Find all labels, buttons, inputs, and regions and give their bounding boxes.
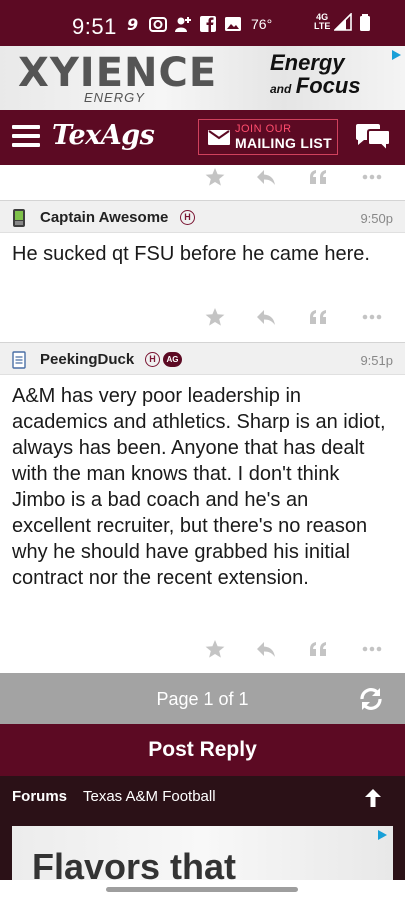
post-body: He sucked qt FSU before he came here. xyxy=(12,243,370,265)
page-indicator[interactable]: Page 1 of 1 xyxy=(0,689,405,710)
battery-icon xyxy=(356,13,374,31)
signal-icon xyxy=(333,12,353,31)
star-icon[interactable] xyxy=(204,306,226,328)
home-gesture-handle[interactable] xyxy=(106,887,298,892)
site-logo[interactable]: TexAgs xyxy=(52,120,155,151)
refresh-icon[interactable] xyxy=(357,685,385,713)
menu-bar-1 xyxy=(12,125,40,129)
ad-tagline-2-row: and Focus xyxy=(270,74,361,101)
ag-badge: AG xyxy=(163,352,182,367)
post-header: Captain Awesome H 9:50p xyxy=(0,200,405,233)
post-username[interactable]: PeekingDuck xyxy=(40,351,134,368)
member-badge: H xyxy=(145,352,160,367)
ad-tagline-2: Focus xyxy=(295,73,361,98)
facebook-icon xyxy=(199,15,217,33)
notepad-icon xyxy=(12,351,26,369)
mailing-list-text: MAILING LIST xyxy=(235,135,332,151)
menu-bar-2 xyxy=(12,134,40,138)
post-actions xyxy=(0,630,405,668)
breadcrumb-board[interactable]: Texas A&M Football xyxy=(83,788,216,805)
ad-choices-icon[interactable] xyxy=(375,828,389,842)
site-header: TexAgs JOIN OUR MAILING LIST xyxy=(0,110,405,165)
more-icon[interactable] xyxy=(361,638,383,660)
status-icons: 9 76° xyxy=(124,15,273,34)
nine-app-icon: 9 xyxy=(124,15,142,34)
post-body: A&M has very poor leadership in academic… xyxy=(12,385,386,589)
bottom-ad-banner[interactable]: Flavors that xyxy=(12,826,393,880)
network-lte: LTE xyxy=(314,21,331,31)
status-time: 9:51 xyxy=(72,14,117,39)
ad-choices-icon[interactable] xyxy=(389,48,403,62)
post-time: 9:50p xyxy=(360,211,393,226)
post-actions xyxy=(0,298,405,336)
ad-tagline-and: and xyxy=(270,82,292,96)
member-badge: H xyxy=(180,210,195,225)
ad-tagline-1: Energy xyxy=(270,50,345,75)
add-person-icon xyxy=(174,15,192,33)
camera-icon xyxy=(149,15,167,33)
quote-icon[interactable] xyxy=(307,638,329,660)
post-time: 9:51p xyxy=(360,353,393,368)
reply-icon[interactable] xyxy=(255,638,277,660)
mailing-list-button[interactable]: JOIN OUR MAILING LIST xyxy=(198,119,338,155)
menu-icon[interactable] xyxy=(12,125,40,147)
status-bar: 9:51 9 76° 4G LTE xyxy=(0,0,405,46)
pagination-bar: Page 1 of 1 xyxy=(0,673,405,724)
quote-icon[interactable] xyxy=(307,306,329,328)
post-username[interactable]: Captain Awesome xyxy=(40,209,168,226)
more-icon[interactable] xyxy=(361,306,383,328)
breadcrumb: Forums Texas A&M Football xyxy=(0,776,405,820)
chat-icon[interactable] xyxy=(354,123,392,154)
temperature: 76° xyxy=(251,16,273,32)
network-type: 4G LTE xyxy=(314,13,330,31)
top-ad-banner[interactable]: XYIENCE ENERGY Energy and Focus xyxy=(0,46,405,110)
image-icon xyxy=(224,15,242,33)
phone-icon xyxy=(12,209,26,227)
star-icon[interactable] xyxy=(204,166,226,188)
svg-text:9: 9 xyxy=(127,15,138,33)
envelope-icon xyxy=(208,130,230,145)
breadcrumb-forums[interactable]: Forums xyxy=(12,788,67,805)
post-header: PeekingDuck H AG 9:51p xyxy=(0,342,405,375)
star-icon[interactable] xyxy=(204,638,226,660)
more-icon[interactable] xyxy=(361,166,383,188)
post-reply-button[interactable]: Post Reply xyxy=(0,724,405,776)
ad-tagline: Energy and Focus xyxy=(270,52,361,101)
reply-icon[interactable] xyxy=(255,166,277,188)
post-actions xyxy=(0,158,405,196)
status-right: 4G LTE xyxy=(314,12,374,31)
join-text: JOIN OUR xyxy=(235,123,292,135)
system-nav-bar xyxy=(0,880,405,900)
bottom-ad-text: Flavors that xyxy=(32,846,237,880)
quote-icon[interactable] xyxy=(307,166,329,188)
reply-icon[interactable] xyxy=(255,306,277,328)
ad-brand-sub: ENERGY xyxy=(84,90,145,105)
screen: 9:51 9 76° 4G LTE XYIENCE ENERGY Energy … xyxy=(0,0,405,900)
bottom-ad-container: Flavors that xyxy=(0,820,405,880)
arrow-up-icon[interactable] xyxy=(362,786,384,810)
menu-bar-3 xyxy=(12,143,40,147)
